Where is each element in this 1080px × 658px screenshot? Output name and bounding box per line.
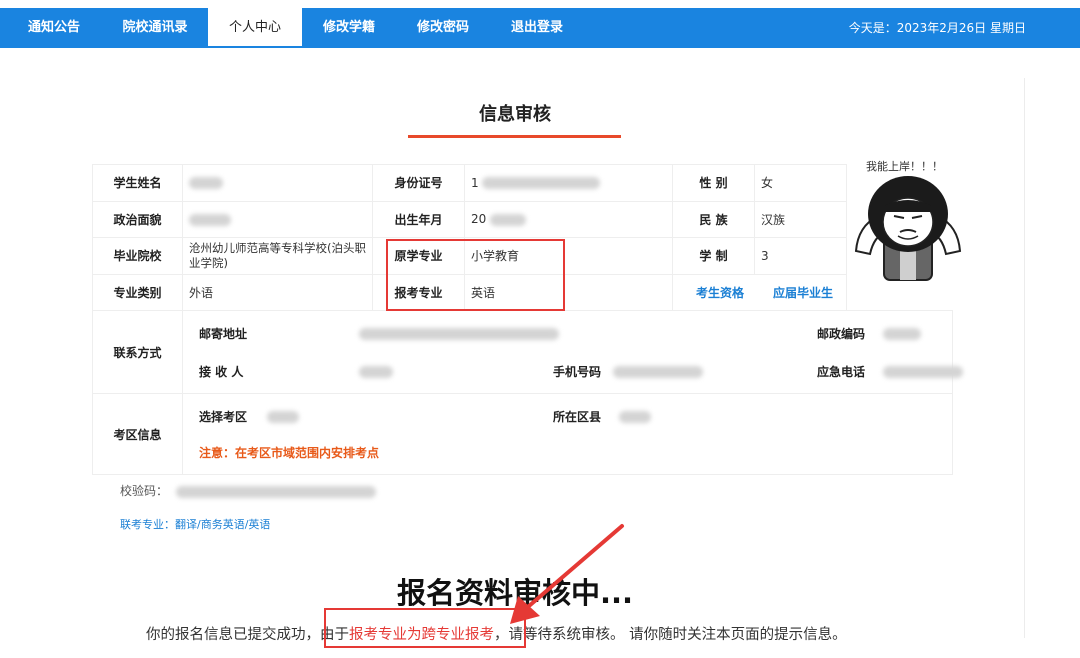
table-row: 联系方式 邮寄地址 邮政编码 接 收 人 手机号码 应急电话	[92, 310, 963, 394]
apply-major-label: 报考专业	[372, 273, 465, 311]
birth-value: 20	[464, 200, 673, 238]
red-arrow-icon	[510, 524, 624, 624]
name-value	[182, 164, 373, 202]
duration-value: 3	[754, 237, 847, 275]
district-label: 所在区县	[553, 410, 602, 424]
duration-label: 学 制	[672, 237, 755, 275]
table-row: 专业类别 外语 报考专业 英语 考生资格 应届毕业生	[92, 273, 953, 311]
redacted-district	[619, 411, 651, 423]
nav-logout[interactable]: 退出登录	[490, 8, 584, 48]
category-label: 专业类别	[92, 273, 183, 311]
table-row: 毕业院校 沧州幼儿师范高等专科学校(泊头职业学院) 原学专业 小学教育 学 制 …	[92, 237, 953, 275]
qualification-link[interactable]: 考生资格	[673, 284, 767, 301]
table-row: 考区信息 选择考区 所在区县 注意：在考区市域范围内安排考点	[92, 393, 953, 475]
category-value: 外语	[182, 273, 373, 311]
birth-label: 出生年月	[372, 200, 465, 238]
ethnic-value: 汉族	[754, 200, 847, 238]
redacted-birth	[490, 213, 527, 226]
exam-area-block: 选择考区 所在区县 注意：在考区市域范围内安排考点	[182, 393, 953, 475]
politics-label: 政治面貌	[92, 200, 183, 238]
id-prefix: 1	[471, 175, 479, 190]
table-row: 学生姓名 身份证号 1 性 别 女	[92, 164, 953, 202]
emergency-label: 应急电话	[817, 365, 866, 379]
page-title: 信息审核	[479, 104, 551, 125]
nav-notice[interactable]: 通知公告	[0, 8, 108, 48]
ethnic-label: 民 族	[672, 200, 755, 238]
politics-value	[182, 200, 373, 238]
gender-value: 女	[754, 164, 847, 202]
redacted-area	[267, 411, 299, 423]
id-value: 1	[464, 164, 673, 202]
nav-edit-status[interactable]: 修改学籍	[302, 8, 396, 48]
status-message: 你的报名信息已提交成功，由于报考专业为跨专业报考，请等待系统审核。 请你随时关注…	[146, 623, 847, 644]
school-value: 沧州幼儿师范高等专科学校(泊头职业学院)	[182, 237, 373, 275]
exam-area-label: 考区信息	[92, 393, 183, 475]
check-code-label: 校验码：	[120, 484, 169, 498]
receiver-label: 接 收 人	[199, 365, 244, 379]
meme-sticker-icon	[854, 176, 962, 281]
redacted-postcode	[883, 328, 921, 340]
orig-major-label: 原学专业	[372, 237, 465, 275]
status-msg-prefix: 你的报名信息已提交成功，	[146, 627, 320, 643]
status-msg-reason: 报考专业为跨专业报考	[349, 627, 494, 643]
redacted-address	[359, 328, 559, 340]
phone-label: 手机号码	[553, 365, 602, 379]
qualification-value-link[interactable]: 应届毕业生	[767, 284, 839, 301]
gender-label: 性 别	[672, 164, 755, 202]
redacted-politics	[189, 213, 231, 226]
exam-area-note: 注意：在考区市域范围内安排考点	[199, 446, 380, 460]
title-underline	[408, 135, 621, 138]
contact-label: 联系方式	[92, 310, 183, 394]
name-label: 学生姓名	[92, 164, 183, 202]
page-divider	[1024, 78, 1025, 638]
nav-directory[interactable]: 院校通讯录	[108, 8, 202, 48]
qualification-cell: 考生资格 应届毕业生	[672, 273, 847, 311]
select-area-label: 选择考区	[199, 410, 248, 424]
redacted-check-code	[175, 485, 376, 498]
joint-majors: 联考专业：翻译/商务英语/英语	[120, 518, 271, 531]
contact-block: 邮寄地址 邮政编码 接 收 人 手机号码 应急电话	[182, 310, 963, 394]
redacted-name	[189, 177, 223, 190]
info-table: 学生姓名 身份证号 1 性 别 女 政治面貌 出生年月 20 民 族 汉族 毕业…	[92, 164, 963, 475]
today-date: 今天是：2023年2月26日 星期日	[848, 21, 1026, 35]
nav-personal-center[interactable]: 个人中心	[208, 8, 302, 48]
redacted-phone	[613, 366, 703, 378]
table-row: 政治面貌 出生年月 20 民 族 汉族	[92, 200, 953, 238]
status-msg-because: 由于	[320, 627, 349, 643]
apply-major-value: 英语	[464, 273, 673, 311]
address-label: 邮寄地址	[199, 327, 248, 341]
sticker-text: 我能上岸！！！	[866, 160, 943, 173]
school-label: 毕业院校	[92, 237, 183, 275]
top-nav: 通知公告 院校通讯录 个人中心 修改学籍 修改密码 退出登录 今天是：2023年…	[0, 8, 1080, 48]
redacted-id	[482, 177, 601, 190]
contact-sub-block: 邮寄地址 邮政编码 接 收 人 手机号码 应急电话	[183, 311, 963, 393]
check-code: 校验码：	[120, 482, 376, 499]
orig-major-value: 小学教育	[464, 237, 673, 275]
exam-area-sub-block: 选择考区 所在区县 注意：在考区市域范围内安排考点	[183, 394, 952, 474]
birth-prefix: 20	[471, 212, 487, 227]
redacted-emergency	[883, 366, 963, 378]
id-label: 身份证号	[372, 164, 465, 202]
redacted-receiver	[359, 366, 393, 378]
nav-change-password[interactable]: 修改密码	[396, 8, 490, 48]
postcode-label: 邮政编码	[817, 327, 866, 341]
